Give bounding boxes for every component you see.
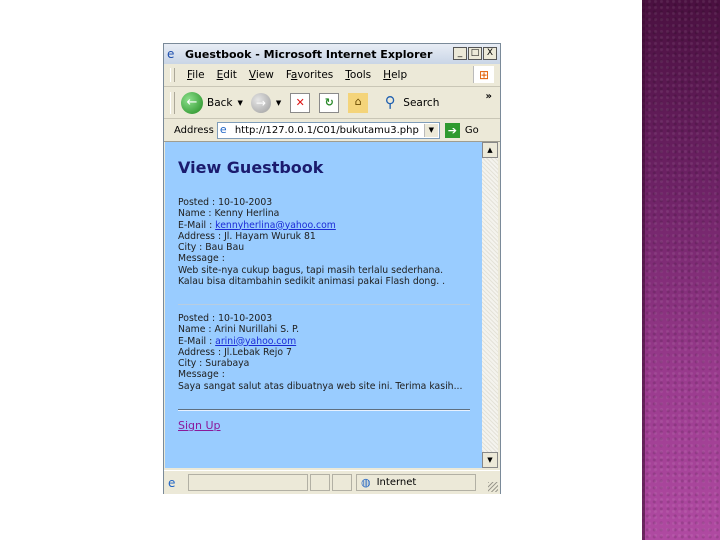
zone-label: Internet	[376, 477, 417, 488]
entry-divider	[178, 304, 470, 305]
entry-name: Name : Kenny Herlina	[178, 208, 280, 220]
page-status-icon: e	[168, 475, 176, 490]
home-icon[interactable]: ⌂	[348, 92, 369, 113]
go-arrow-icon[interactable]: ➔	[444, 122, 460, 138]
entry-message: Web site-nya cukup bagus, tapi masih ter…	[178, 264, 446, 288]
menu-file[interactable]: File	[187, 69, 205, 81]
stop-icon[interactable]: ✕	[290, 92, 311, 113]
back-dropdown-icon[interactable]: ▼	[238, 99, 243, 107]
refresh-icon[interactable]: ↻	[319, 92, 340, 113]
toolbar-grip[interactable]	[170, 91, 175, 114]
menu-tools[interactable]: Tools	[345, 69, 371, 81]
guestbook-entry: Posted : 10-10-2003 Name : Kenny Herlina…	[178, 197, 470, 287]
address-input[interactable]: e http://127.0.0.1/C01/bukutamu3.php ▼	[216, 121, 440, 139]
entry-address: Address : Jl. Hayam Wuruk 81	[178, 230, 316, 242]
standard-toolbar: ← Back ▼ → ▼ ✕ ↻ ⌂ ⚲ Search »	[164, 87, 500, 119]
address-bar: Address e http://127.0.0.1/C01/bukutamu3…	[164, 119, 500, 142]
page-icon: e	[219, 123, 227, 136]
window-controls: _ □ X	[453, 47, 497, 60]
entry-email-link[interactable]: arini@yahoo.com	[215, 336, 296, 347]
menubar-grip[interactable]	[170, 68, 175, 82]
address-dropdown-icon[interactable]: ▼	[423, 123, 438, 137]
menu-help[interactable]: Help	[383, 69, 407, 81]
page-content: View Guestbook Posted : 10-10-2003 Name …	[165, 142, 482, 468]
entry-name: Name : Arini Nurillahi S. P.	[178, 324, 300, 336]
entry-email-line: E-Mail : arini@yahoo.com	[178, 336, 470, 347]
status-cell	[310, 474, 330, 491]
back-arrow-icon[interactable]: ←	[181, 91, 203, 114]
decorative-side-band	[642, 0, 720, 540]
menu-view[interactable]: View	[249, 69, 274, 81]
entry-message-label: Message :	[178, 253, 225, 265]
sign-up-link[interactable]: Sign Up	[178, 419, 221, 432]
vertical-scrollbar[interactable]: ▲ ▼	[482, 142, 498, 468]
status-text-cell	[188, 474, 308, 491]
entry-posted: Posted : 10-10-2003	[178, 197, 273, 208]
entry-email-line: E-Mail : kennyherlina@yahoo.com	[178, 220, 470, 231]
title-bar[interactable]: e Guestbook - Microsoft Internet Explore…	[164, 44, 500, 64]
horizontal-rule	[178, 409, 470, 411]
entry-email-link[interactable]: kennyherlina@yahoo.com	[215, 220, 336, 231]
entry-email-label: E-Mail :	[178, 219, 216, 231]
search-button-label[interactable]: Search	[403, 97, 439, 109]
menu-favorites[interactable]: Favorites	[286, 69, 333, 81]
ie-logo-icon: e	[167, 47, 175, 61]
entry-address: Address : Jl.Lebak Rejo 7	[178, 346, 292, 358]
page-title: View Guestbook	[178, 158, 324, 177]
go-button-label[interactable]: Go	[465, 125, 479, 136]
entry-city: City : Bau Bau	[178, 242, 245, 254]
windows-logo-icon: ⊞	[473, 66, 494, 83]
globe-icon: ◍	[361, 476, 371, 489]
toolbar-overflow-chevron-icon[interactable]: »	[486, 91, 492, 102]
window-title: Guestbook - Microsoft Internet Explorer	[185, 47, 433, 61]
scroll-up-arrow-icon[interactable]: ▲	[482, 142, 498, 158]
entry-message-label: Message :	[178, 369, 225, 381]
maximize-button[interactable]: □	[468, 47, 482, 60]
address-url[interactable]: http://127.0.0.1/C01/bukutamu3.php	[235, 125, 419, 136]
forward-arrow-icon[interactable]: →	[250, 92, 271, 113]
scroll-down-arrow-icon[interactable]: ▼	[482, 452, 498, 468]
status-bar: e ◍ Internet	[164, 470, 500, 494]
status-cell	[332, 474, 352, 491]
guestbook-entry: Posted : 10-10-2003 Name : Arini Nurilla…	[178, 313, 470, 392]
address-label: Address	[174, 124, 214, 136]
menu-edit[interactable]: Edit	[217, 69, 237, 81]
back-button-label[interactable]: Back	[207, 97, 233, 109]
security-zone[interactable]: ◍ Internet	[356, 474, 476, 491]
entry-city: City : Surabaya	[178, 358, 250, 370]
menu-bar: File Edit View Favorites Tools Help ⊞	[164, 64, 500, 87]
close-button[interactable]: X	[483, 47, 497, 60]
entry-email-label: E-Mail :	[178, 335, 216, 347]
browser-window: e Guestbook - Microsoft Internet Explore…	[163, 43, 501, 494]
minimize-button[interactable]: _	[453, 47, 467, 60]
resize-grip-icon[interactable]	[488, 482, 498, 492]
search-icon[interactable]: ⚲	[380, 93, 400, 113]
entry-posted: Posted : 10-10-2003	[178, 313, 273, 324]
forward-dropdown-icon[interactable]: ▼	[276, 99, 281, 107]
entry-message: Saya sangat salut atas dibuatnya web sit…	[178, 380, 463, 392]
